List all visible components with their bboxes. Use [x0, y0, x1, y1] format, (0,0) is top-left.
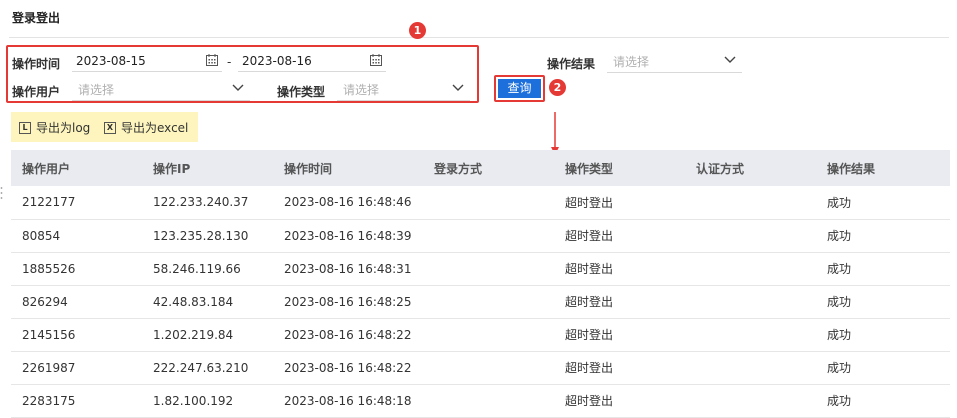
- table-cell: 成功: [816, 384, 950, 418]
- table-cell: 2122177: [11, 186, 142, 220]
- operation-user-select[interactable]: 请选择: [72, 77, 250, 101]
- column-header[interactable]: 认证方式: [685, 150, 816, 186]
- operation-result-placeholder: 请选择: [613, 55, 650, 69]
- table-row[interactable]: 2145156 1.202.219.84 2023-08-16 16:48:22…: [11, 318, 950, 352]
- step-badge-2: 2: [549, 79, 566, 96]
- table-cell: 成功: [816, 186, 950, 220]
- table-cell: 超时登出: [554, 351, 685, 385]
- table-cell: 2023-08-16 16:48:22: [273, 351, 423, 385]
- export-toolbar: L 导出为log X 导出为excel: [11, 112, 198, 142]
- table-cell: [685, 384, 816, 418]
- operation-type-placeholder: 请选择: [343, 83, 380, 97]
- table-cell: 超时登出: [554, 252, 685, 286]
- table-cell: [685, 219, 816, 253]
- export-excel-label: 导出为excel: [121, 121, 189, 135]
- table-cell: 成功: [816, 351, 950, 385]
- table-cell: [685, 351, 816, 385]
- table-cell: [685, 186, 816, 220]
- table-cell: 成功: [816, 252, 950, 286]
- date-start-value: 2023-08-15: [76, 54, 146, 68]
- query-button[interactable]: 查询: [498, 79, 541, 98]
- table-cell: 42.48.83.184: [142, 285, 273, 319]
- export-log-button[interactable]: L 导出为log: [19, 119, 90, 136]
- table-row[interactable]: 2261987 222.247.63.210 2023-08-16 16:48:…: [11, 351, 950, 385]
- table-row[interactable]: 826294 42.48.83.184 2023-08-16 16:48:25 …: [11, 285, 950, 319]
- table-cell: 122.233.240.37: [142, 186, 273, 220]
- chevron-down-icon: [232, 84, 244, 91]
- page-title: 登录登出: [12, 11, 61, 25]
- table-cell: [423, 219, 554, 253]
- table-cell: 超时登出: [554, 285, 685, 319]
- log-file-icon: L: [19, 121, 31, 134]
- operation-result-select[interactable]: 请选择: [607, 49, 742, 73]
- export-excel-button[interactable]: X 导出为excel: [104, 119, 188, 136]
- table-cell: 2023-08-16 16:48:46: [273, 186, 423, 220]
- table-row[interactable]: 2283175 1.82.100.192 2023-08-16 16:48:18…: [11, 384, 950, 418]
- date-end-value: 2023-08-16: [242, 54, 312, 68]
- column-header[interactable]: 登录方式: [423, 150, 554, 186]
- table-cell: 超时登出: [554, 318, 685, 352]
- table-cell: 1885526: [11, 252, 142, 286]
- table-cell: 2023-08-16 16:48:25: [273, 285, 423, 319]
- table-cell: 2283175: [11, 384, 142, 418]
- column-header[interactable]: 操作IP: [142, 150, 273, 186]
- table-cell: 1.82.100.192: [142, 384, 273, 418]
- table-cell: 超时登出: [554, 219, 685, 253]
- title-divider: [9, 37, 949, 38]
- calendar-icon[interactable]: [370, 54, 382, 66]
- table-cell: [423, 351, 554, 385]
- operation-type-select[interactable]: 请选择: [337, 77, 470, 101]
- table-cell: 826294: [11, 285, 142, 319]
- operation-type-label: 操作类型: [277, 85, 326, 99]
- table-cell: 2023-08-16 16:48:18: [273, 384, 423, 418]
- calendar-icon[interactable]: [206, 54, 218, 66]
- chevron-down-icon: [452, 84, 464, 91]
- table-cell: [685, 285, 816, 319]
- table-cell: 2023-08-16 16:48:22: [273, 318, 423, 352]
- table-cell: [685, 252, 816, 286]
- table-cell: 成功: [816, 219, 950, 253]
- operation-user-label: 操作用户: [12, 85, 61, 99]
- date-range-separator: -: [227, 55, 232, 69]
- table-cell: [423, 318, 554, 352]
- table-header-row: 操作用户 操作IP 操作时间 登录方式 操作类型 认证方式 操作结果: [11, 150, 950, 186]
- table-cell: 123.235.28.130: [142, 219, 273, 253]
- table-cell: 2145156: [11, 318, 142, 352]
- date-end-input[interactable]: 2023-08-16: [238, 50, 386, 72]
- date-start-input[interactable]: 2023-08-15: [72, 50, 222, 72]
- table-cell: 成功: [816, 318, 950, 352]
- chevron-down-icon: [724, 56, 736, 63]
- table-row[interactable]: 1885526 58.246.119.66 2023-08-16 16:48:3…: [11, 252, 950, 286]
- table-row[interactable]: 2122177 122.233.240.37 2023-08-16 16:48:…: [11, 186, 950, 220]
- table-cell: 成功: [816, 285, 950, 319]
- table-cell: [423, 384, 554, 418]
- column-header[interactable]: 操作类型: [554, 150, 685, 186]
- operation-user-placeholder: 请选择: [78, 83, 115, 97]
- table-cell: [685, 318, 816, 352]
- column-header[interactable]: 操作用户: [11, 150, 142, 186]
- table-cell: 80854: [11, 219, 142, 253]
- table-cell: 58.246.119.66: [142, 252, 273, 286]
- table-cell: [423, 252, 554, 286]
- table-cell: 1.202.219.84: [142, 318, 273, 352]
- log-table: 操作用户 操作IP 操作时间 登录方式 操作类型 认证方式 操作结果 21221…: [11, 150, 950, 418]
- excel-file-icon: X: [104, 121, 116, 134]
- column-header[interactable]: 操作结果: [816, 150, 950, 186]
- table-cell: 2023-08-16 16:48:31: [273, 252, 423, 286]
- table-cell: 2261987: [11, 351, 142, 385]
- operation-time-label: 操作时间: [12, 57, 61, 71]
- step-badge-1: 1: [409, 22, 426, 39]
- table-cell: [423, 186, 554, 220]
- table-row[interactable]: 80854 123.235.28.130 2023-08-16 16:48:39…: [11, 219, 950, 253]
- export-log-label: 导出为log: [36, 121, 91, 135]
- drag-handle-icon[interactable]: [0, 186, 3, 200]
- table-cell: 222.247.63.210: [142, 351, 273, 385]
- query-highlight-box: 查询: [494, 75, 545, 102]
- table-cell: 超时登出: [554, 384, 685, 418]
- table-cell: 超时登出: [554, 186, 685, 220]
- operation-result-label: 操作结果: [547, 57, 596, 71]
- column-header[interactable]: 操作时间: [273, 150, 423, 186]
- table-cell: 2023-08-16 16:48:39: [273, 219, 423, 253]
- table-cell: [423, 285, 554, 319]
